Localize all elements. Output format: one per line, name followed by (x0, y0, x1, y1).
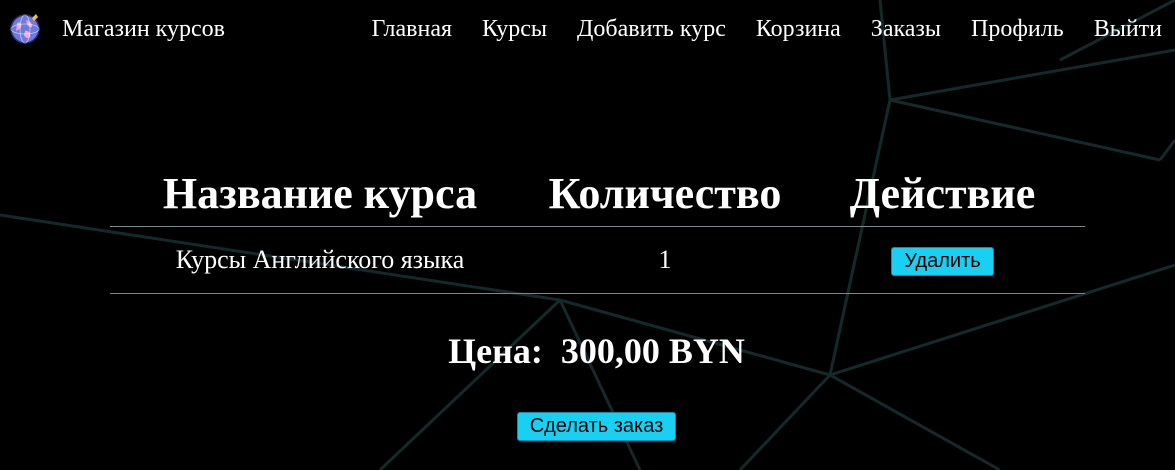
nav-link-courses[interactable]: Курсы (482, 16, 547, 43)
globe-icon (10, 14, 40, 44)
order-button-wrap: Сделать заказ (0, 412, 1175, 441)
page: Магазин курсов Главная Курсы Добавить ку… (0, 0, 1175, 470)
nav-link-profile[interactable]: Профиль (971, 16, 1064, 43)
nav-link-add-course[interactable]: Добавить курс (577, 16, 726, 43)
nav-link-orders[interactable]: Заказы (871, 16, 941, 43)
brand-title: Магазин курсов (62, 15, 225, 42)
place-order-button[interactable]: Сделать заказ (516, 412, 677, 441)
header-course-name: Название курса (110, 160, 530, 227)
header-quantity: Количество (530, 160, 800, 227)
nav-link-logout[interactable]: Выйти (1094, 16, 1162, 43)
nav-link-cart[interactable]: Корзина (756, 16, 841, 43)
table-row: Курсы Английского языка 1 Удалить (110, 226, 1085, 294)
header-action: Действие (800, 160, 1085, 227)
brand-link[interactable]: Магазин курсов (8, 12, 225, 46)
cart-table: Название курса Количество Действие Курсы… (110, 160, 1085, 294)
cell-action: Удалить (800, 226, 1085, 294)
cart-total: Цена: 300,00 BYN (0, 330, 1175, 372)
cell-quantity: 1 (530, 226, 800, 294)
navbar: Магазин курсов Главная Курсы Добавить ку… (0, 0, 1175, 58)
price-value: 300,00 BYN (560, 331, 745, 371)
cell-course-name: Курсы Английского языка (110, 226, 530, 294)
cart-table-header-row: Название курса Количество Действие (110, 160, 1085, 227)
price-label: Цена: (448, 331, 543, 371)
nav-link-home[interactable]: Главная (371, 16, 452, 43)
nav-links: Главная Курсы Добавить курс Корзина Зака… (371, 12, 1162, 46)
cart-content: Название курса Количество Действие Курсы… (110, 160, 1085, 294)
delete-button[interactable]: Удалить (891, 247, 994, 276)
